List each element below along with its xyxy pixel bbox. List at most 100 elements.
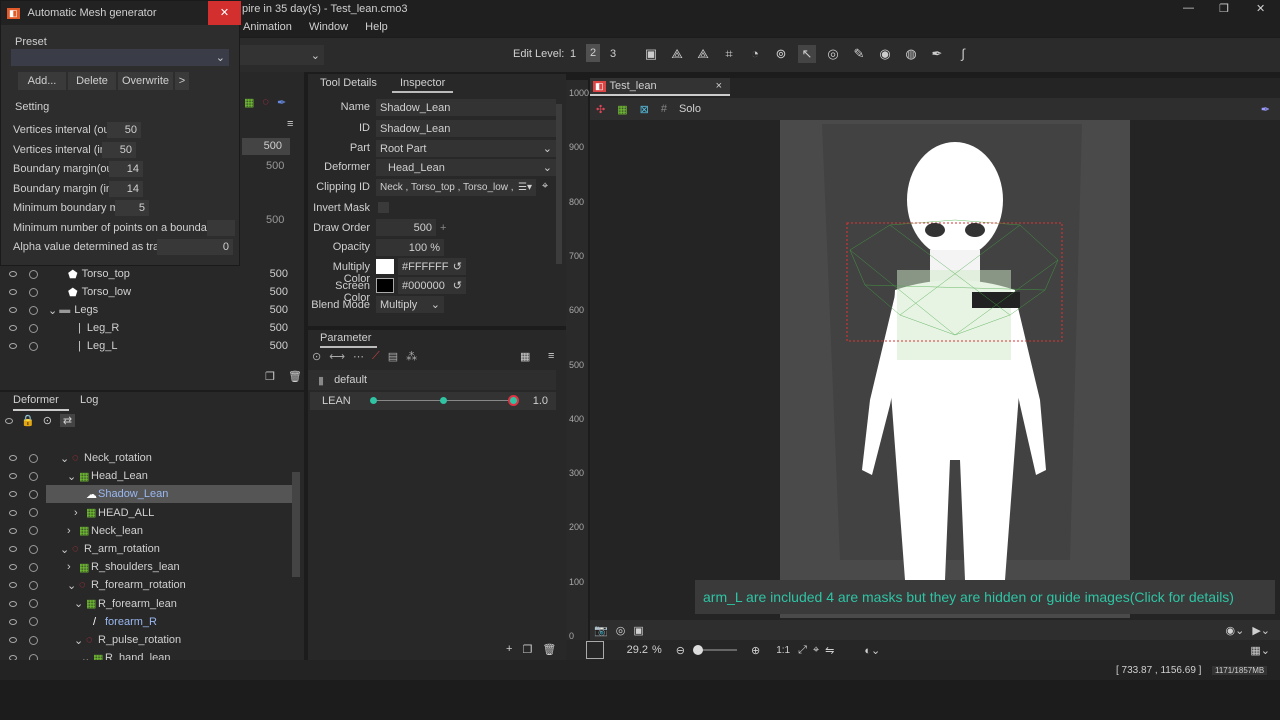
deformer-row[interactable]: ⌄ ◌ R_forearm_rotation bbox=[0, 576, 292, 594]
deformer-select[interactable]: Head_Lean ⌄ bbox=[376, 159, 556, 176]
expand-icon[interactable]: ⊙ bbox=[43, 414, 52, 427]
zoom-field[interactable]: 29.2 bbox=[608, 644, 648, 656]
deform-icon[interactable]: ◍ bbox=[902, 45, 920, 63]
opacity-field[interactable]: 100 % bbox=[376, 239, 444, 256]
lean-slider[interactable] bbox=[369, 395, 519, 406]
delete-preset-button[interactable]: Delete bbox=[68, 72, 116, 90]
zoom-slider[interactable] bbox=[693, 645, 737, 655]
setting-value-field[interactable]: 5 bbox=[115, 200, 149, 216]
visibility-icon[interactable] bbox=[9, 564, 17, 571]
pin-icon[interactable]: ✒ bbox=[277, 96, 286, 109]
deformer-row[interactable]: ⌄ ▦ Head_Lean bbox=[0, 467, 292, 485]
camera-icon[interactable]: 📷 bbox=[594, 624, 608, 637]
fit-icon[interactable]: ⤢ bbox=[798, 644, 807, 657]
screen-color-field[interactable]: #000000 ↺ bbox=[398, 277, 466, 294]
target-icon[interactable]: ⌖ bbox=[542, 180, 548, 193]
lock-toggle[interactable] bbox=[29, 471, 38, 481]
lasso-icon[interactable]: ◎ bbox=[824, 45, 842, 63]
expand-toggle[interactable]: ⌄ bbox=[60, 452, 70, 465]
unlink-icon[interactable]: ⟋ bbox=[372, 350, 380, 363]
link2-icon[interactable]: ⋯ bbox=[353, 350, 364, 363]
visibility-icon[interactable] bbox=[9, 509, 17, 516]
actual-size-button[interactable]: 1:1 bbox=[776, 645, 790, 656]
lock-icon[interactable]: 🔒 bbox=[21, 414, 35, 427]
model-area[interactable] bbox=[780, 120, 1130, 618]
add-preset-button[interactable]: Add... bbox=[18, 72, 66, 90]
lock-toggle[interactable] bbox=[29, 508, 38, 518]
id-field[interactable]: Shadow_Lean bbox=[376, 120, 556, 137]
keyform-icon[interactable]: ▤ bbox=[388, 350, 398, 363]
copy-icon[interactable]: ▦ bbox=[520, 350, 530, 363]
multiply-color-field[interactable]: #FFFFFF ↺ bbox=[398, 258, 466, 275]
visibility-icon[interactable] bbox=[5, 417, 13, 424]
deformer-row[interactable]: ⌄ ◌ Neck_rotation bbox=[0, 449, 292, 467]
visibility-icon[interactable] bbox=[9, 473, 17, 480]
mesh-edit-icon[interactable]: ⟁ bbox=[668, 45, 686, 63]
visibility-icon[interactable] bbox=[9, 618, 17, 625]
screen-color-swatch[interactable] bbox=[376, 278, 394, 293]
deformer-row[interactable]: › ▦ Neck_lean bbox=[0, 522, 292, 540]
display-mode-icon[interactable]: ◉⌄ bbox=[1225, 624, 1244, 637]
maximize-button[interactable]: ❐ bbox=[1219, 2, 1229, 15]
expand-toggle[interactable]: ⌄ bbox=[81, 652, 91, 660]
zoom-in-icon[interactable]: ⊕ bbox=[751, 644, 760, 657]
name-field[interactable]: Shadow_Lean bbox=[376, 99, 556, 116]
lock-toggle[interactable] bbox=[29, 453, 38, 463]
setting-value-field[interactable]: 50 bbox=[107, 122, 141, 138]
center-icon[interactable]: ⌖ bbox=[813, 644, 819, 657]
deformer-row[interactable]: › ▦ R_shoulders_lean bbox=[0, 558, 292, 576]
grid-icon[interactable]: ⌗ bbox=[720, 45, 738, 63]
arrange-icon[interactable]: ▣ bbox=[642, 45, 660, 63]
visibility-icon[interactable] bbox=[9, 582, 17, 589]
draw-order-field[interactable]: 500 bbox=[376, 219, 436, 236]
select-arrow-icon[interactable]: ↖ bbox=[798, 45, 816, 63]
clipping-field[interactable]: Neck , Torso_top , Torso_low , ☰▾ bbox=[376, 179, 536, 196]
dialog-close-button[interactable]: ✕ bbox=[208, 1, 241, 25]
visibility-icon[interactable] bbox=[9, 637, 17, 643]
lock-toggle[interactable] bbox=[29, 544, 38, 554]
lock-toggle[interactable] bbox=[29, 580, 38, 590]
zoom-out-icon[interactable]: ⊖ bbox=[676, 644, 685, 657]
duplicate-icon[interactable]: ❐ bbox=[522, 643, 532, 656]
part-row[interactable]: | Leg_L 500 bbox=[0, 337, 300, 355]
deformer-row[interactable]: › ▦ HEAD_ALL bbox=[0, 504, 292, 522]
parameter-row-lean[interactable]: LEAN 1.0 bbox=[310, 392, 556, 410]
expand-toggle[interactable]: ⌄ bbox=[74, 634, 84, 647]
expand-toggle[interactable]: › bbox=[67, 561, 77, 573]
expand-toggle[interactable]: ⌄ bbox=[67, 579, 77, 592]
deformer-row[interactable]: ⌄ ◌ R_pulse_rotation bbox=[0, 631, 292, 649]
deformer-row[interactable]: / forearm_R bbox=[0, 613, 292, 631]
edit-level-2[interactable]: 2 bbox=[586, 44, 601, 62]
camera-reset-icon[interactable]: ◎ bbox=[616, 624, 626, 637]
grid-icon[interactable]: ⁂ bbox=[406, 350, 417, 363]
capture-icon[interactable]: ▣ bbox=[633, 624, 643, 637]
pen-icon[interactable]: ✒ bbox=[1261, 103, 1270, 116]
close-window-button[interactable]: ✕ bbox=[1256, 2, 1265, 15]
menu-animation[interactable]: Animation bbox=[243, 21, 292, 33]
overlay-icon[interactable]: ◐⌄ bbox=[864, 644, 880, 657]
path-icon[interactable]: ∫ bbox=[954, 45, 972, 63]
part-row[interactable]: ⬟ Torso_low 500 bbox=[0, 283, 300, 301]
panel-menu-icon[interactable]: ≡ bbox=[287, 118, 293, 130]
deformer-row[interactable]: ⌄ ▦ R_hand_lean bbox=[0, 649, 292, 660]
visibility-icon[interactable] bbox=[9, 491, 17, 498]
setting-value-field[interactable]: 0 bbox=[157, 239, 233, 255]
lock-toggle[interactable] bbox=[29, 562, 38, 572]
rotate-icon[interactable]: ◔ bbox=[746, 45, 764, 63]
tab-tool-details[interactable]: Tool Details bbox=[320, 77, 377, 89]
lock-toggle[interactable] bbox=[29, 599, 38, 609]
part-row[interactable]: ⌄ ▬ Legs 500 bbox=[0, 301, 300, 319]
deformer-display-icon[interactable]: ✣ bbox=[596, 103, 605, 116]
play-icon[interactable]: ⊙ bbox=[312, 350, 321, 363]
deform-brush-icon[interactable]: ◉ bbox=[876, 45, 894, 63]
visibility-icon[interactable] bbox=[9, 527, 17, 534]
setting-value-field[interactable]: 14 bbox=[109, 161, 143, 177]
brush-icon[interactable]: ✎ bbox=[850, 45, 868, 63]
trash-icon[interactable]: 🗑 bbox=[542, 643, 556, 656]
trash-icon[interactable]: 🗑 bbox=[288, 370, 302, 383]
expand-toggle[interactable]: › bbox=[74, 507, 84, 519]
solo-button[interactable]: Solo bbox=[679, 103, 701, 115]
navigator-thumbnail[interactable] bbox=[586, 641, 604, 659]
tab-log[interactable]: Log bbox=[80, 394, 98, 406]
multiply-color-swatch[interactable] bbox=[376, 259, 394, 274]
